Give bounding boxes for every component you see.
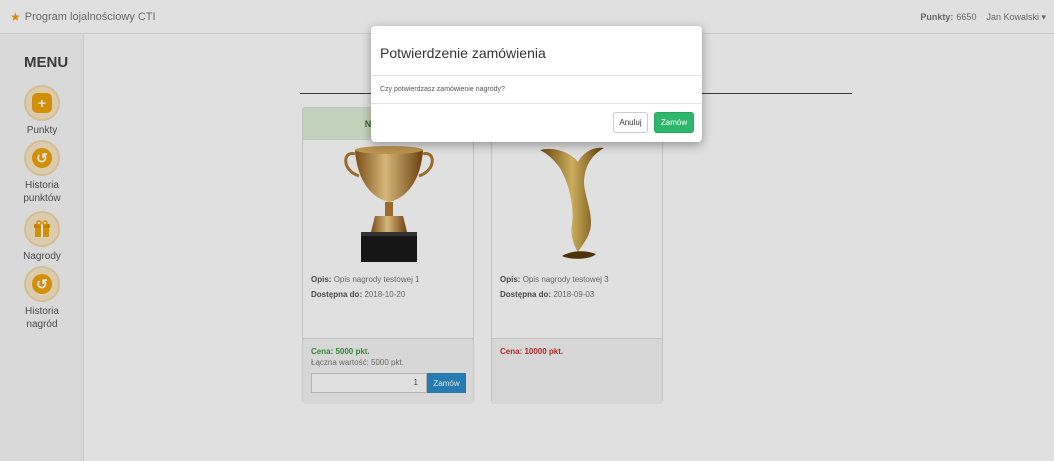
modal-divider	[371, 75, 702, 76]
cancel-button[interactable]: Anuluj	[613, 112, 648, 133]
modal-body-text: Czy potwierdzasz zamówienie nagrody?	[380, 86, 505, 93]
order-confirmation-modal: Potwierdzenie zamówienia Czy potwierdzas…	[371, 26, 702, 142]
confirm-order-button[interactable]: Zamów	[654, 112, 694, 133]
modal-divider	[371, 103, 702, 104]
modal-title: Potwierdzenie zamówienia	[380, 45, 546, 61]
